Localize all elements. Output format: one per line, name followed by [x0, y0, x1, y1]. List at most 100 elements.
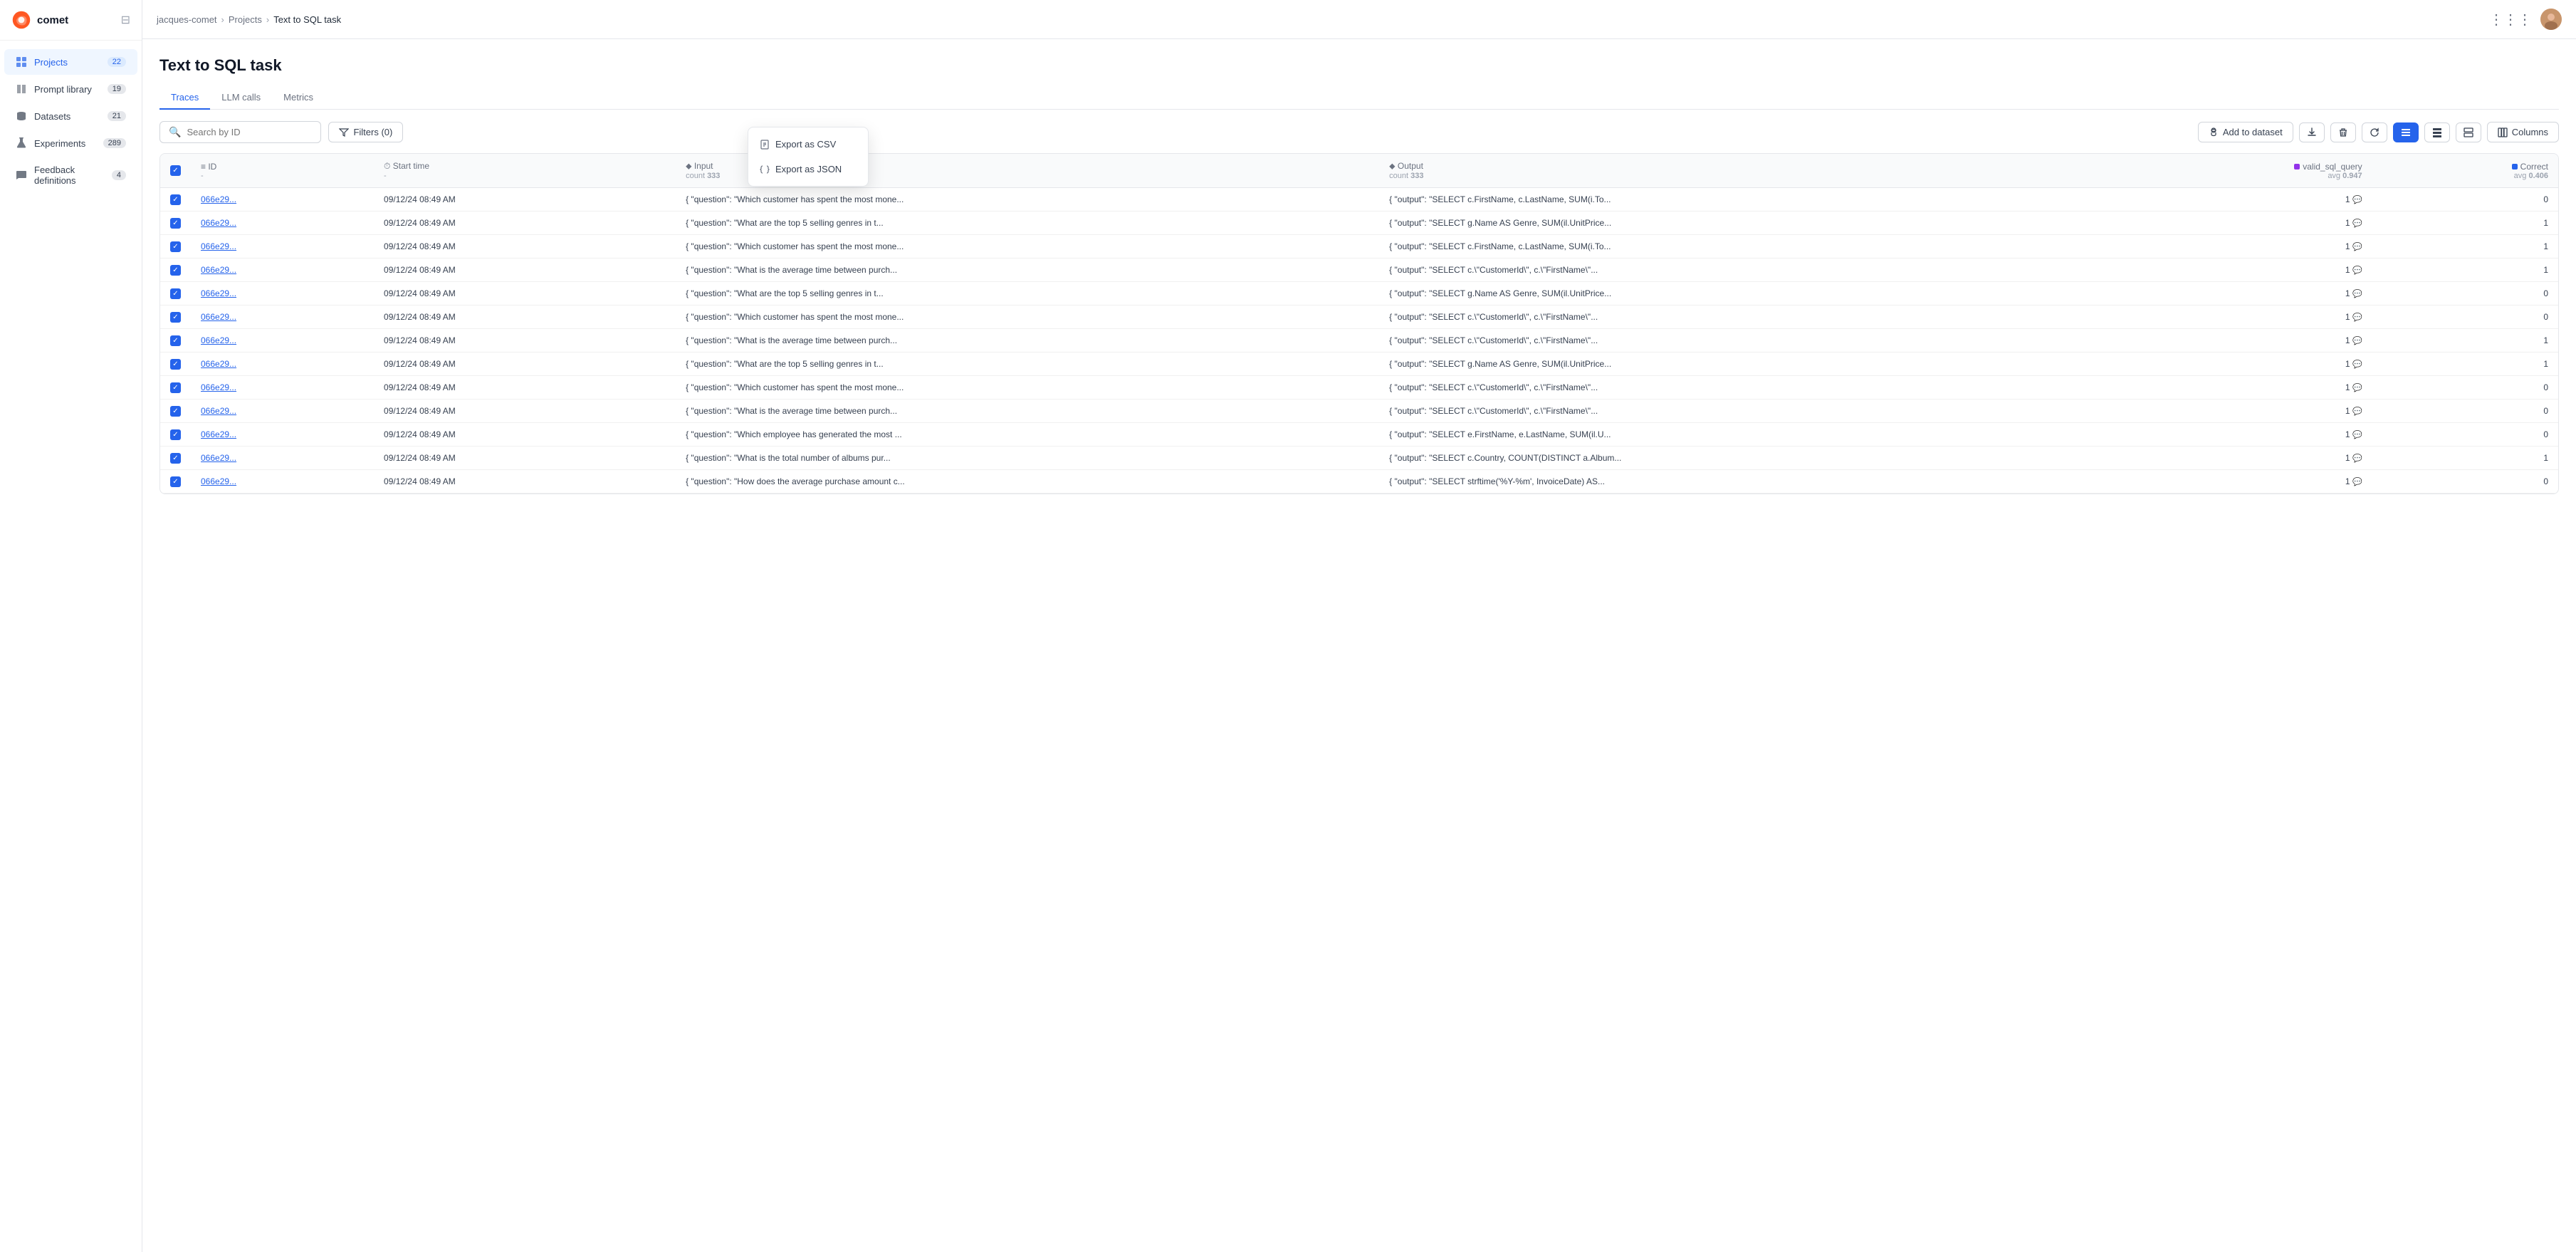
row-input-12: { "question": "How does the average purc…: [676, 470, 1379, 494]
row-id-link-12[interactable]: 066e29...: [201, 476, 236, 486]
row-id-link-5[interactable]: 066e29...: [201, 312, 236, 322]
row-output-12: { "output": "SELECT strftime('%Y-%m', In…: [1379, 470, 2083, 494]
topbar-actions: ⋮⋮⋮: [2489, 9, 2562, 30]
delete-button[interactable]: [2330, 122, 2356, 142]
row-checkbox-0[interactable]: [170, 194, 181, 205]
sidebar-badge-feedback: 4: [112, 170, 126, 180]
table-body: 066e29... 09/12/24 08:49 AM { "question"…: [160, 188, 2558, 494]
toolbar: 🔍 Filters (0) Add to dataset: [159, 121, 2559, 143]
filter-button[interactable]: Filters (0): [328, 122, 403, 142]
grid-view-button[interactable]: [2393, 122, 2419, 142]
search-box[interactable]: 🔍: [159, 121, 321, 143]
comment-badge-6[interactable]: 💬: [2352, 336, 2362, 345]
sidebar-item-projects[interactable]: Projects 22: [4, 49, 137, 75]
sidebar-item-label-datasets: Datasets: [34, 111, 100, 122]
json-icon: [760, 165, 770, 174]
expanded-view-button[interactable]: [2456, 122, 2481, 142]
download-button[interactable]: [2299, 122, 2325, 142]
row-checkbox-4[interactable]: [170, 288, 181, 299]
row-id-link-4[interactable]: 066e29...: [201, 288, 236, 298]
breadcrumb-current: Text to SQL task: [273, 14, 341, 25]
row-id-link-8[interactable]: 066e29...: [201, 382, 236, 392]
row-checkbox-3[interactable]: [170, 265, 181, 276]
row-output-10: { "output": "SELECT e.FirstName, e.LastN…: [1379, 423, 2083, 447]
row-id-link-9[interactable]: 066e29...: [201, 406, 236, 416]
user-avatar[interactable]: [2540, 9, 2562, 30]
sidebar-nav: Projects 22 Prompt library 19 Datasets 2…: [0, 41, 142, 1252]
sidebar-item-feedback[interactable]: Feedback definitions 4: [4, 157, 137, 193]
tab-traces[interactable]: Traces: [159, 86, 210, 110]
row-checkbox-6[interactable]: [170, 335, 181, 346]
add-to-dataset-button[interactable]: Add to dataset: [2198, 122, 2293, 142]
comment-badge-5[interactable]: 💬: [2352, 313, 2362, 322]
row-checkbox-cell: [160, 259, 191, 282]
table-row: 066e29... 09/12/24 08:49 AM { "question"…: [160, 188, 2558, 212]
row-checkbox-cell: [160, 212, 191, 235]
row-valid-sql-0: 1 💬: [2083, 188, 2372, 212]
sidebar: comet ⊟ Projects 22 Prompt library 19 Da…: [0, 0, 142, 1252]
row-checkbox-1[interactable]: [170, 218, 181, 229]
comment-badge-9[interactable]: 💬: [2352, 407, 2362, 416]
row-correct-9: 0: [2372, 400, 2558, 423]
row-id-link-11[interactable]: 066e29...: [201, 453, 236, 463]
row-id-11: 066e29...: [191, 447, 374, 470]
row-checkbox-cell: [160, 376, 191, 400]
comment-badge-11[interactable]: 💬: [2352, 454, 2362, 463]
row-checkbox-9[interactable]: [170, 406, 181, 417]
row-id-link-1[interactable]: 066e29...: [201, 218, 236, 228]
row-checkbox-11[interactable]: [170, 453, 181, 464]
apps-icon[interactable]: ⋮⋮⋮: [2489, 11, 2532, 28]
search-input[interactable]: [187, 127, 312, 137]
row-output-5: { "output": "SELECT c.\"CustomerId\", c.…: [1379, 306, 2083, 329]
sidebar-item-datasets[interactable]: Datasets 21: [4, 103, 137, 129]
row-checkbox-cell: [160, 400, 191, 423]
row-id-link-3[interactable]: 066e29...: [201, 265, 236, 275]
select-all-checkbox[interactable]: [170, 165, 181, 176]
row-checkbox-5[interactable]: [170, 312, 181, 323]
comment-badge-4[interactable]: 💬: [2352, 289, 2362, 298]
row-valid-sql-8: 1 💬: [2083, 376, 2372, 400]
row-id-link-10[interactable]: 066e29...: [201, 429, 236, 439]
export-csv-item[interactable]: Export as CSV: [748, 132, 868, 157]
comment-badge-12[interactable]: 💬: [2352, 477, 2362, 486]
row-checkbox-2[interactable]: [170, 241, 181, 252]
sidebar-badge-projects: 22: [108, 57, 126, 67]
header-valid-sql: valid_sql_query avg 0.947: [2083, 154, 2372, 188]
comment-badge-8[interactable]: 💬: [2352, 383, 2362, 392]
tabs: Traces LLM calls Metrics: [159, 86, 2559, 110]
refresh-button[interactable]: [2362, 122, 2387, 142]
row-id-link-2[interactable]: 066e29...: [201, 241, 236, 251]
header-id: ≡ ID -: [191, 154, 374, 188]
row-start-2: 09/12/24 08:49 AM: [374, 235, 676, 259]
row-checkbox-8[interactable]: [170, 382, 181, 393]
tab-llm-calls[interactable]: LLM calls: [210, 86, 272, 110]
row-checkbox-12[interactable]: [170, 476, 181, 487]
comment-badge-3[interactable]: 💬: [2352, 266, 2362, 275]
sidebar-item-prompt-library[interactable]: Prompt library 19: [4, 76, 137, 102]
row-id-link-0[interactable]: 066e29...: [201, 194, 236, 204]
tab-metrics[interactable]: Metrics: [272, 86, 325, 110]
row-checkbox-7[interactable]: [170, 359, 181, 370]
comment-badge-0[interactable]: 💬: [2352, 195, 2362, 204]
comment-badge-10[interactable]: 💬: [2352, 430, 2362, 439]
breadcrumb-sep2: ›: [266, 14, 269, 25]
row-id-10: 066e29...: [191, 423, 374, 447]
sidebar-item-experiments[interactable]: Experiments 289: [4, 130, 137, 156]
comment-badge-7[interactable]: 💬: [2352, 360, 2362, 369]
export-dropdown: Export as CSV Export as JSON: [748, 127, 869, 187]
row-input-10: { "question": "Which employee has genera…: [676, 423, 1379, 447]
traces-table: ≡ ID - ⏱ Start time - ⬥ Input count 333: [159, 153, 2559, 494]
row-id-link-7[interactable]: 066e29...: [201, 359, 236, 369]
comment-badge-2[interactable]: 💬: [2352, 242, 2362, 251]
export-json-item[interactable]: Export as JSON: [748, 157, 868, 182]
sidebar-toggle[interactable]: ⊟: [121, 13, 130, 27]
row-checkbox-10[interactable]: [170, 429, 181, 440]
comment-badge-1[interactable]: 💬: [2352, 219, 2362, 228]
compact-view-button[interactable]: [2424, 122, 2450, 142]
row-input-4: { "question": "What are the top 5 sellin…: [676, 282, 1379, 306]
columns-button[interactable]: Columns: [2487, 122, 2559, 142]
row-id-link-6[interactable]: 066e29...: [201, 335, 236, 345]
filter-icon: [339, 127, 349, 137]
export-csv-label: Export as CSV: [775, 139, 836, 150]
row-valid-sql-9: 1 💬: [2083, 400, 2372, 423]
